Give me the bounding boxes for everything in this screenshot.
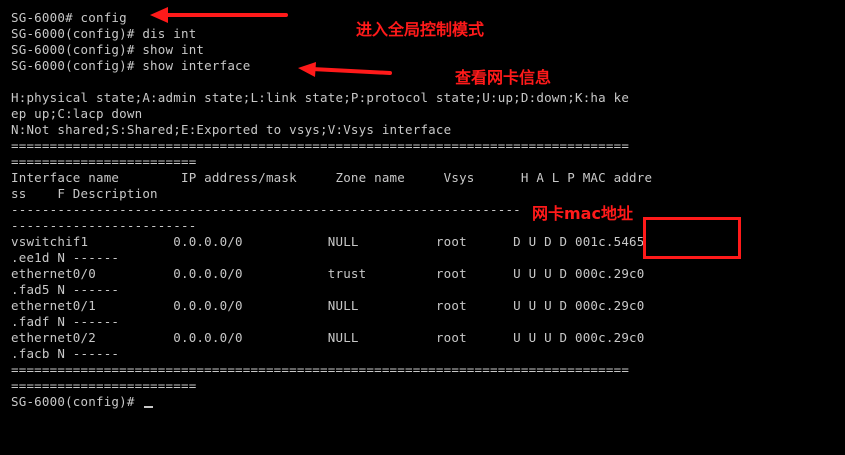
table-row-wrap: .fadf N ------: [11, 314, 120, 329]
annotation-arrow-show-interface: [298, 62, 392, 77]
table-row: ethernet0/1 0.0.0.0/0 NULL root U U U D …: [11, 298, 645, 313]
table-header-wrap: ss F Description: [11, 186, 158, 201]
legend-line-2: ep up;C:lacp down: [11, 106, 143, 121]
mac-address-highlight-box: [643, 217, 741, 259]
table-row-wrap: .facb N ------: [11, 346, 120, 361]
table-row-wrap: .ee1d N ------: [11, 250, 120, 265]
table-row: ethernet0/2 0.0.0.0/0 NULL root U U U D …: [11, 330, 645, 345]
table-row: vswitchif1 0.0.0.0/0 NULL root D U D D 0…: [11, 234, 645, 249]
table-header: Interface name IP address/mask Zone name…: [11, 170, 653, 185]
annotation-label-view-nic: 查看网卡信息: [455, 68, 552, 87]
separator-line: ========================: [11, 378, 197, 393]
command-line-show-interface: SG-6000(config)# show interface: [11, 58, 251, 73]
command-prompt[interactable]: SG-6000(config)#: [11, 394, 154, 410]
separator-line: ========================================…: [11, 138, 630, 153]
legend-line-1: H:physical state;A:admin state;L:link st…: [11, 90, 630, 105]
legend-line-3: N:Not shared;S:Shared;E:Exported to vsys…: [11, 122, 452, 137]
table-row-wrap: .fad5 N ------: [11, 282, 120, 297]
text-cursor: [144, 406, 154, 408]
prompt-text: SG-6000(config)#: [11, 394, 143, 409]
command-line-config: SG-6000# config: [11, 10, 127, 25]
annotation-label-nic-mac: 网卡mac地址: [532, 204, 633, 223]
separator-line: ========================: [11, 154, 197, 169]
separator-line: ========================================…: [11, 362, 630, 377]
separator-line: ----------------------------------------…: [11, 202, 521, 217]
command-line-dis-int: SG-6000(config)# dis int: [11, 26, 197, 41]
annotation-label-global-config: 进入全局控制模式: [356, 20, 485, 39]
table-row: ethernet0/0 0.0.0.0/0 trust root U U U D…: [11, 266, 645, 281]
annotation-arrow-config: [150, 7, 288, 23]
terminal-window[interactable]: SG-6000# config SG-6000(config)# dis int…: [0, 0, 845, 455]
command-line-show-int: SG-6000(config)# show int: [11, 42, 205, 57]
separator-line: ------------------------: [11, 218, 197, 233]
